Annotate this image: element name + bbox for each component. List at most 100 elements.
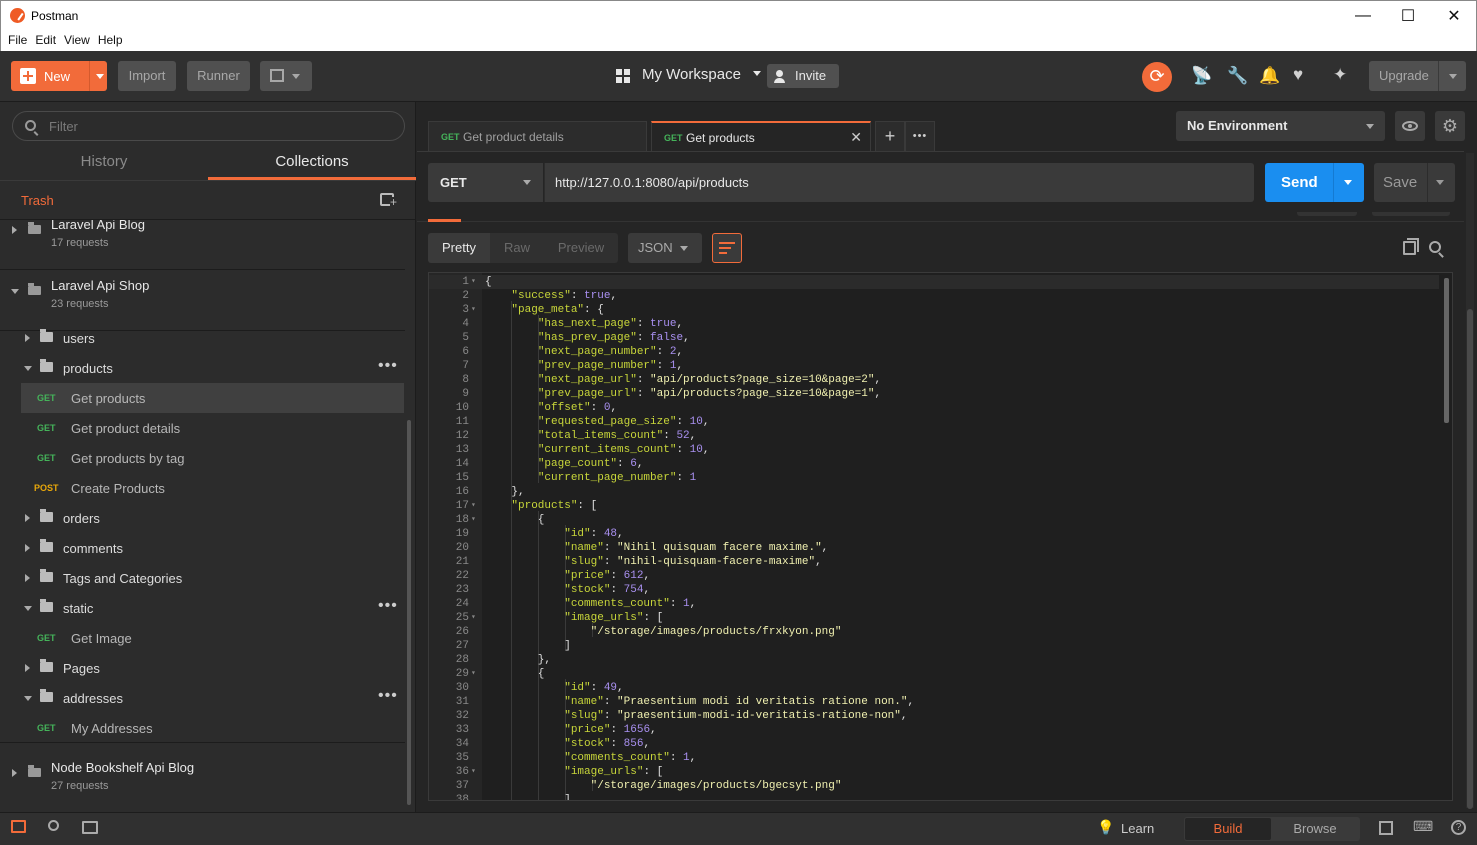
chevron-right-icon[interactable]: [25, 664, 30, 672]
chevron-right-icon[interactable]: [25, 514, 30, 522]
close-button[interactable]: ✕: [1431, 1, 1477, 31]
upgrade-button[interactable]: Upgrade: [1369, 61, 1466, 91]
wrap-lines-icon[interactable]: [712, 233, 742, 263]
fold-toggle-icon[interactable]: ▾: [471, 513, 476, 527]
sync-icon[interactable]: ⟳: [1142, 62, 1172, 92]
add-tab-button[interactable]: +: [875, 121, 905, 152]
collection-laravel-api-blog[interactable]: Laravel Api Blog 17 requests: [0, 220, 405, 270]
request-create-products[interactable]: POST Create Products: [21, 473, 404, 503]
chevron-right-icon[interactable]: [25, 544, 30, 552]
console-icon[interactable]: [82, 821, 98, 834]
tab-get-products[interactable]: GET Get products ✕: [651, 121, 871, 152]
request-get-image[interactable]: GET Get Image: [21, 623, 404, 653]
chevron-right-icon[interactable]: [25, 574, 30, 582]
fold-toggle-icon[interactable]: ▾: [471, 611, 476, 625]
tab-collections[interactable]: Collections: [208, 150, 416, 180]
folder-addresses[interactable]: addresses •••: [0, 683, 405, 713]
filter-input[interactable]: [49, 118, 389, 134]
chevron-down-icon[interactable]: [24, 696, 32, 701]
chevron-right-icon[interactable]: [25, 334, 30, 342]
more-options-icon[interactable]: •••: [378, 357, 398, 375]
folder-products[interactable]: products •••: [0, 353, 405, 383]
editor-scrollbar[interactable]: [1444, 278, 1449, 423]
fold-toggle-icon[interactable]: ▾: [471, 765, 476, 779]
import-button[interactable]: Import: [118, 61, 176, 91]
collection-laravel-api-shop[interactable]: Laravel Api Shop 23 requests: [0, 271, 405, 331]
runner-button[interactable]: Runner: [187, 61, 250, 91]
close-tab-icon[interactable]: ✕: [850, 129, 862, 146]
wrench-icon[interactable]: 🔧: [1227, 66, 1248, 86]
search-icon[interactable]: [1429, 241, 1441, 253]
environment-selector[interactable]: No Environment: [1176, 111, 1385, 141]
chevron-right-icon[interactable]: [12, 769, 17, 777]
chevron-down-icon[interactable]: [96, 74, 104, 83]
sparkle-icon[interactable]: ✦: [1333, 65, 1347, 85]
send-button[interactable]: Send: [1265, 163, 1364, 202]
keyboard-shortcuts-icon[interactable]: ⌨: [1413, 818, 1433, 835]
new-collection-icon[interactable]: [380, 193, 398, 207]
chevron-down-icon[interactable]: [1436, 180, 1444, 189]
url-input[interactable]: [555, 174, 1235, 191]
two-pane-view-icon[interactable]: [1379, 821, 1393, 835]
chevron-right-icon[interactable]: [12, 226, 17, 234]
method-selector[interactable]: GET: [428, 163, 543, 202]
workspace-selector[interactable]: My Workspace: [616, 66, 762, 83]
toggle-sidebar-icon[interactable]: [11, 820, 26, 833]
fold-toggle-icon[interactable]: ▾: [471, 499, 476, 513]
response-body-editor[interactable]: 1 ▾{2 "success": true, 3 ▾ "page_meta": {4 …: [428, 272, 1453, 801]
fold-toggle-icon[interactable]: ▾: [471, 667, 476, 681]
gear-icon[interactable]: ⚙: [1435, 111, 1465, 141]
save-button[interactable]: Save: [1374, 163, 1455, 202]
satellite-icon[interactable]: 📡: [1191, 66, 1212, 86]
fold-toggle-icon[interactable]: ▾: [471, 275, 476, 289]
tab-get-product-details[interactable]: GET Get product details: [428, 121, 647, 152]
heart-icon[interactable]: ♥: [1293, 65, 1303, 85]
request-get-products-by-tag[interactable]: GET Get products by tag: [21, 443, 404, 473]
menu-view[interactable]: View: [60, 30, 94, 47]
folder-orders[interactable]: orders: [0, 503, 405, 533]
invite-button[interactable]: Invite: [767, 64, 839, 88]
chevron-down-icon[interactable]: [11, 289, 19, 294]
chevron-down-icon[interactable]: [1344, 180, 1352, 189]
request-get-products[interactable]: GET Get products: [21, 383, 404, 413]
menu-edit[interactable]: Edit: [31, 30, 60, 47]
bell-icon[interactable]: 🔔: [1259, 66, 1280, 86]
trash-link[interactable]: Trash: [21, 193, 54, 208]
chevron-down-icon[interactable]: [24, 366, 32, 371]
lightbulb-icon[interactable]: 💡: [1097, 819, 1114, 836]
main-scrollbar[interactable]: [1466, 153, 1474, 809]
browse-mode-button[interactable]: Browse: [1272, 818, 1358, 840]
folder-tags-and-categories[interactable]: Tags and Categories: [0, 563, 405, 593]
request-my-addresses[interactable]: GET My Addresses: [21, 713, 404, 743]
help-icon[interactable]: ?: [1451, 820, 1466, 835]
new-window-button[interactable]: [260, 61, 312, 91]
more-options-icon[interactable]: •••: [378, 687, 398, 705]
find-icon[interactable]: [48, 820, 59, 831]
folder-users[interactable]: users: [0, 323, 405, 353]
more-options-icon[interactable]: •••: [378, 597, 398, 615]
request-get-product-details[interactable]: GET Get product details: [21, 413, 404, 443]
maximize-button[interactable]: ☐: [1385, 1, 1431, 31]
tab-history[interactable]: History: [0, 150, 208, 180]
filter-field[interactable]: [12, 111, 405, 141]
environment-quick-look-button[interactable]: [1395, 111, 1425, 141]
view-preview[interactable]: Preview: [544, 233, 618, 263]
collection-node-bookshelf-api-blog[interactable]: Node Bookshelf Api Blog 27 requests: [0, 753, 405, 808]
url-bar[interactable]: [544, 163, 1254, 202]
folder-static[interactable]: static •••: [0, 593, 405, 623]
sidebar-scrollbar[interactable]: [407, 420, 411, 805]
view-raw[interactable]: Raw: [490, 233, 544, 263]
copy-icon[interactable]: [1403, 238, 1419, 255]
chevron-down-icon[interactable]: [24, 606, 32, 611]
new-button[interactable]: New: [11, 61, 107, 91]
minimize-button[interactable]: —: [1340, 1, 1386, 31]
view-pretty[interactable]: Pretty: [428, 233, 490, 263]
menu-help[interactable]: Help: [94, 30, 127, 47]
menu-file[interactable]: File: [4, 30, 31, 47]
learn-link[interactable]: Learn: [1121, 821, 1154, 836]
tab-more-button[interactable]: •••: [905, 121, 935, 152]
folder-comments[interactable]: comments: [0, 533, 405, 563]
build-mode-button[interactable]: Build: [1185, 818, 1271, 840]
format-selector[interactable]: JSON: [628, 233, 702, 263]
folder-pages[interactable]: Pages: [0, 653, 405, 683]
